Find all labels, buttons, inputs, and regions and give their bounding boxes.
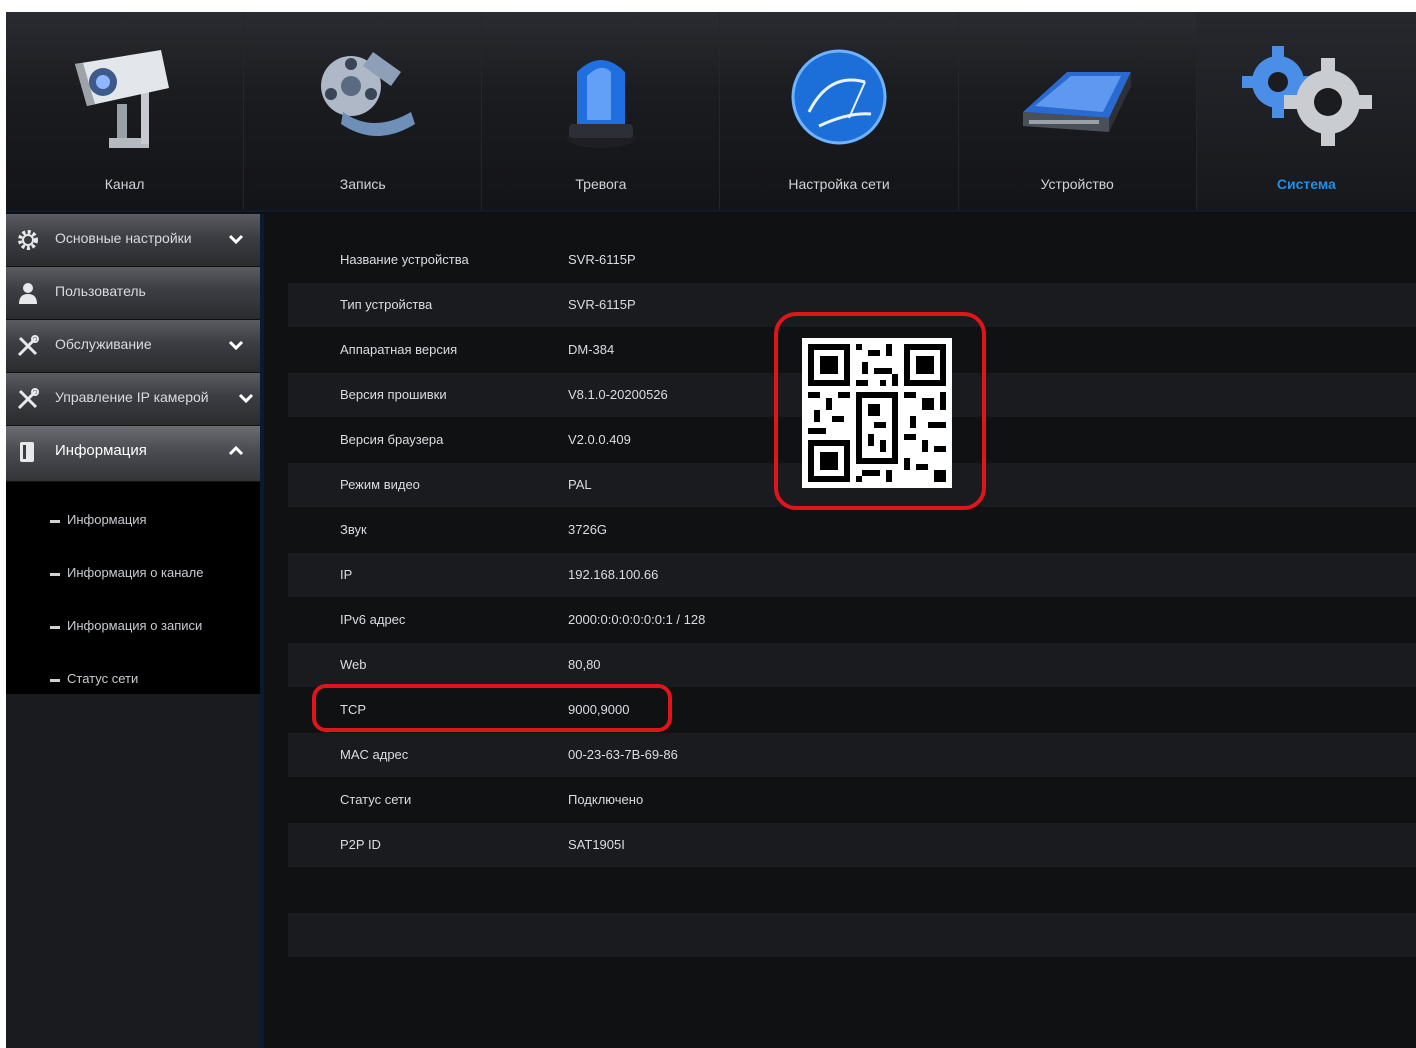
- sidebar-item-label: Обслуживание: [55, 336, 152, 352]
- info-key: Web: [340, 657, 367, 672]
- sidebar-item-basic-settings[interactable]: Основные настройки: [6, 214, 260, 267]
- submenu-item-channel-info[interactable]: Информация о канале: [6, 549, 260, 599]
- submenu-item-label: Статус сети: [67, 671, 139, 686]
- chevron-down-icon: [228, 234, 244, 245]
- dash-icon: [50, 520, 60, 523]
- sidebar: Основные настройки Пользователь Обслужив…: [6, 214, 260, 1048]
- sidebar-item-information[interactable]: Информация: [6, 426, 260, 482]
- p2p-qr-code: [802, 338, 952, 488]
- info-key: Тип устройства: [340, 297, 433, 312]
- submenu-item-label: Информация о записи: [67, 618, 203, 633]
- tab-label: Настройка сети: [788, 176, 890, 192]
- info-value: Подключено: [568, 792, 644, 807]
- tab-label: Тревога: [575, 176, 627, 192]
- network-globe-icon: [791, 49, 887, 145]
- info-key: MAC адрес: [340, 747, 409, 762]
- info-value: 3726G: [568, 522, 608, 537]
- info-key: Версия браузера: [340, 432, 444, 447]
- sidebar-item-label: Информация: [55, 442, 147, 459]
- info-value: V8.1.0-20200526: [568, 387, 668, 402]
- qr-code-highlight: [774, 312, 986, 510]
- tab-label: Система: [1276, 176, 1336, 192]
- info-value: SVR-6115P: [568, 252, 636, 267]
- info-value: V2.0.0.409: [568, 432, 631, 447]
- info-key: Версия прошивки: [340, 387, 447, 402]
- info-value: 2000:0:0:0:0:0:0:1 / 128: [568, 612, 706, 627]
- sidebar-item-ip-camera[interactable]: Управление IP камерой: [6, 373, 260, 426]
- info-row-web: Web 80,80: [288, 643, 1416, 687]
- info-key: Звук: [340, 522, 367, 537]
- sidebar-item-label: Пользователь: [55, 283, 146, 299]
- info-row-ipv6: IPv6 адрес 2000:0:0:0:0:0:0:1 / 128: [288, 598, 1416, 642]
- tab-label: Запись: [339, 176, 386, 192]
- info-value: DM-384: [568, 342, 615, 357]
- tab-device[interactable]: Устройство: [959, 12, 1197, 210]
- info-key: Режим видео: [340, 477, 420, 492]
- info-row-device-name: Название устройства SVR-6115P: [288, 238, 1416, 282]
- info-key: IP: [340, 567, 353, 582]
- info-row-audio: Звук 3726G: [288, 508, 1416, 552]
- submenu-item-information[interactable]: Информация: [6, 496, 260, 546]
- submenu-item-label: Информация: [67, 512, 147, 527]
- info-value: 80,80: [568, 657, 601, 672]
- sidebar-item-label: Управление IP камерой: [55, 389, 209, 405]
- info-row-empty: [288, 913, 1416, 957]
- gear-icon: [18, 230, 38, 250]
- dash-icon: [50, 573, 60, 576]
- sidebar-item-label: Основные настройки: [55, 230, 192, 246]
- submenu-item-network-status[interactable]: Статус сети: [6, 655, 260, 705]
- hard-drive-icon: [1023, 72, 1132, 132]
- info-key: Аппаратная версия: [340, 342, 458, 357]
- submenu-item-label: Информация о канале: [67, 565, 204, 580]
- dash-icon: [50, 679, 60, 682]
- sidebar-item-user[interactable]: Пользователь: [6, 267, 260, 320]
- tools-icon: [17, 335, 39, 357]
- info-row-empty: [288, 868, 1416, 912]
- info-key: Название устройства: [340, 252, 469, 267]
- camera-icon: [74, 50, 169, 148]
- tab-label: Канал: [104, 176, 145, 192]
- chevron-down-icon: [228, 340, 244, 351]
- tab-record[interactable]: Запись: [244, 12, 483, 210]
- chevron-down-icon: [238, 393, 254, 404]
- chevron-up-icon: [228, 445, 244, 456]
- user-icon: [19, 283, 37, 304]
- info-row-p2p-id: P2P ID SAT1905I: [288, 823, 1416, 867]
- submenu-item-record-info[interactable]: Информация о записи: [6, 602, 260, 652]
- tab-system[interactable]: Система: [1196, 12, 1416, 210]
- info-key: P2P ID: [340, 837, 381, 852]
- sidebar-item-maintenance[interactable]: Обслуживание: [6, 320, 260, 373]
- tab-network[interactable]: Настройка сети: [720, 12, 959, 210]
- top-navigation: Канал Запись Тревога Настройка сети Устр…: [6, 12, 1416, 212]
- tab-channel[interactable]: Канал: [6, 12, 245, 210]
- dash-icon: [50, 626, 60, 629]
- tools-icon: [17, 388, 39, 410]
- dvr-system-screen: Канал Запись Тревога Настройка сети Устр…: [6, 12, 1416, 1048]
- gears-icon: [1242, 46, 1373, 146]
- info-row-ip: IP 192.168.100.66: [288, 553, 1416, 597]
- info-key: IPv6 адрес: [340, 612, 406, 627]
- submenu: Информация Информация о канале Информаци…: [6, 482, 260, 694]
- alarm-beacon-icon: [566, 60, 635, 148]
- tcp-highlight: [312, 684, 672, 732]
- info-value: 192.168.100.66: [568, 567, 659, 582]
- info-value: SVR-6115P: [568, 297, 636, 312]
- info-key: Статус сети: [340, 792, 412, 807]
- info-value: 00-23-63-7B-69-86: [568, 747, 678, 762]
- info-value: PAL: [568, 477, 592, 492]
- info-book-icon: [20, 442, 34, 462]
- info-row-mac: MAC адрес 00-23-63-7B-69-86: [288, 733, 1416, 777]
- film-reel-icon: [320, 52, 415, 136]
- info-row-network-status: Статус сети Подключено: [288, 778, 1416, 822]
- tab-alarm[interactable]: Тревога: [482, 12, 721, 210]
- info-value: SAT1905I: [568, 837, 625, 852]
- tab-label: Устройство: [1040, 176, 1114, 192]
